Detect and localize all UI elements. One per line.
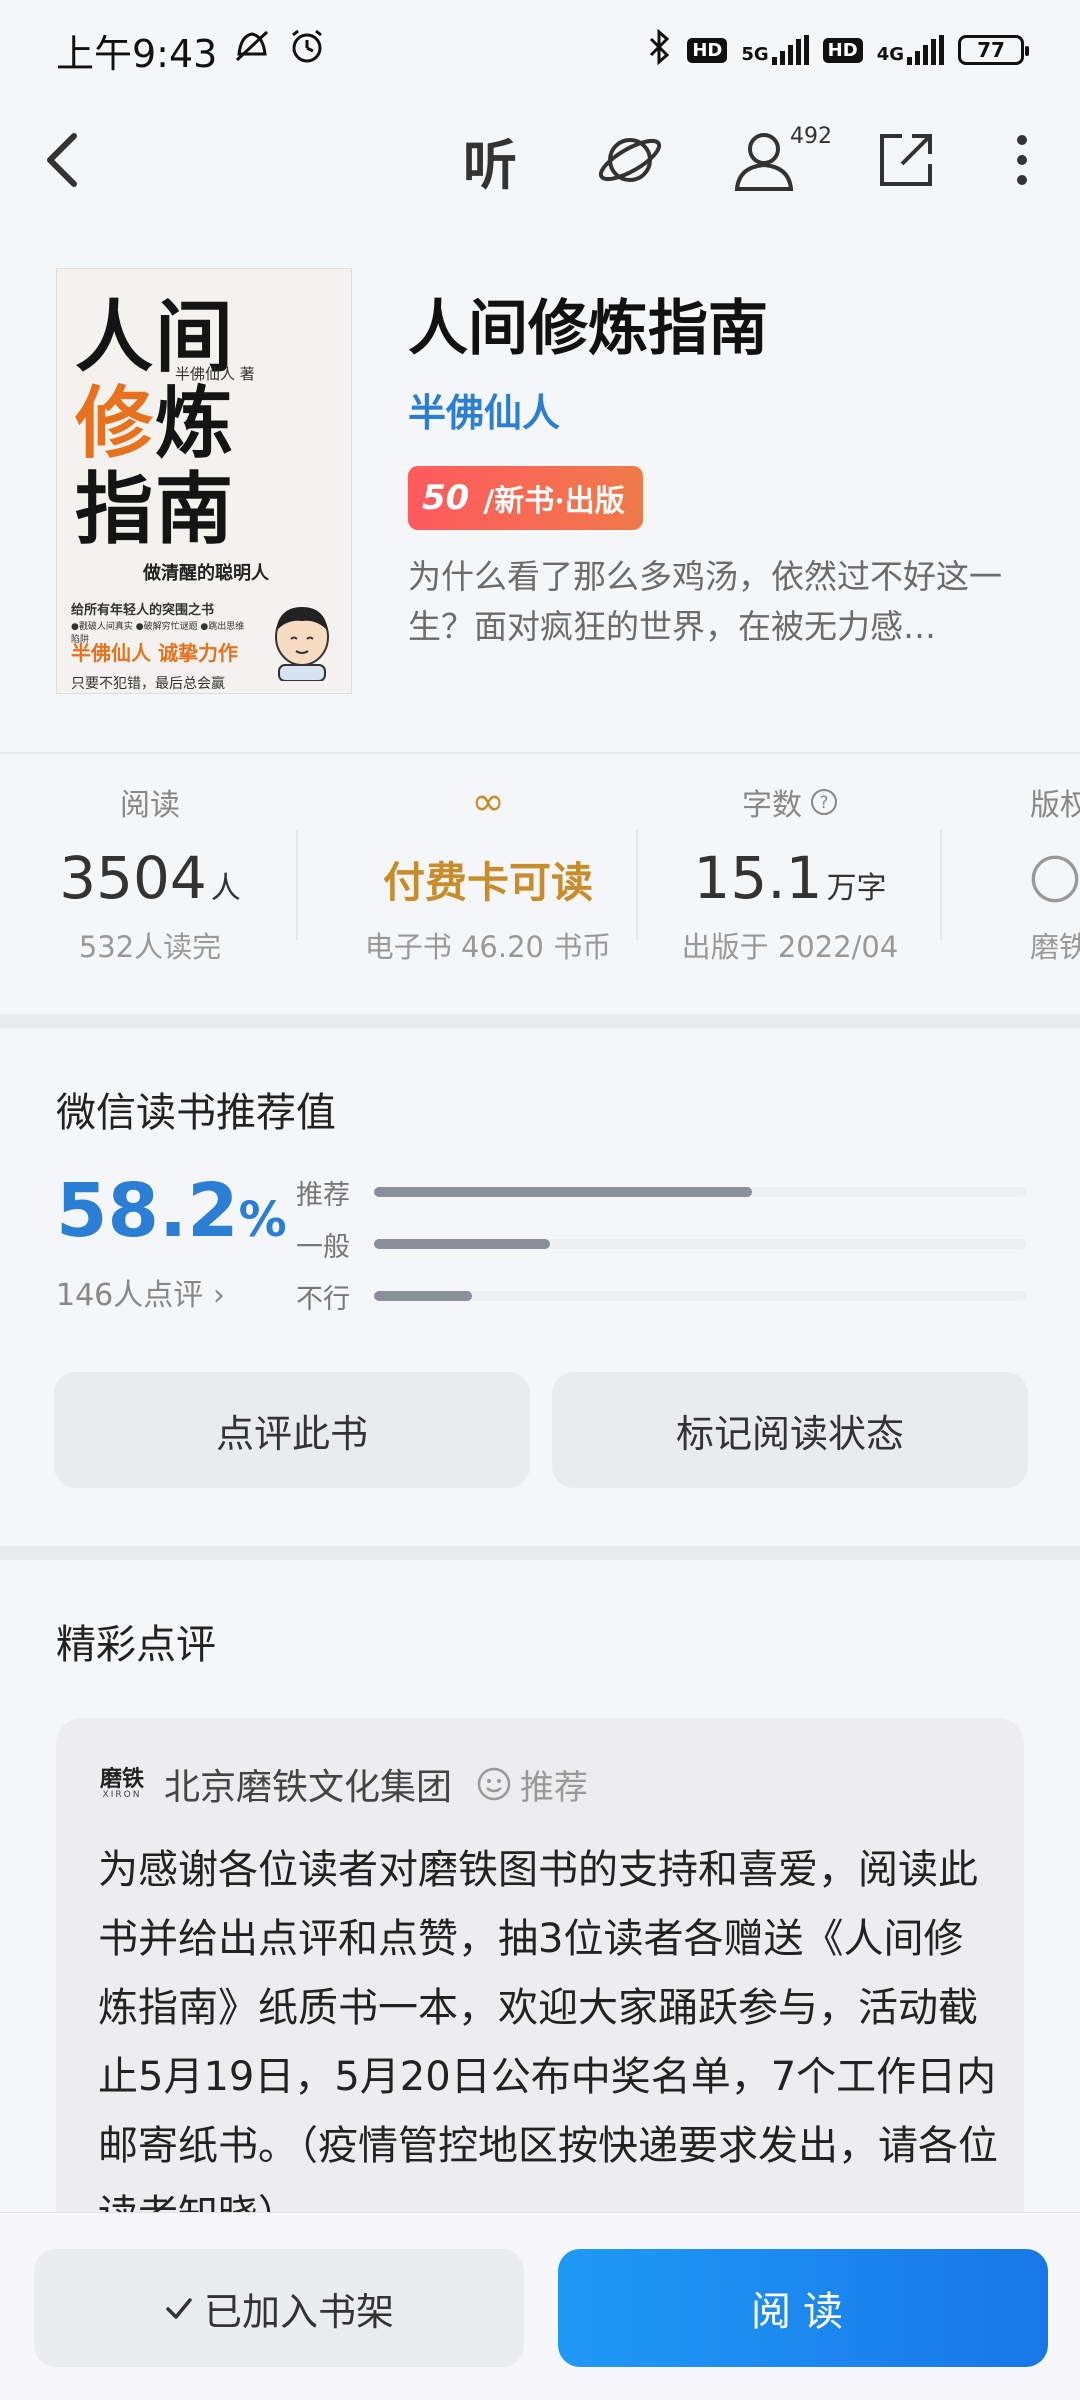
stat-reads-sub: 532人读完 — [78, 930, 222, 964]
review-book-button[interactable]: 点评此书 — [54, 1372, 530, 1488]
stat-words[interactable]: 字数 ? 15.1 万字 出版于 2022/04 — [630, 780, 950, 966]
book-title: 人间修炼指南 — [408, 294, 768, 364]
share-icon — [880, 134, 932, 186]
status-left: 上午9:43 — [56, 23, 327, 78]
recommend-value: 58.2% — [56, 1168, 287, 1254]
stat-words-sub: 出版于 2022/04 — [681, 930, 899, 964]
divider — [0, 752, 1080, 754]
bluetooth-icon — [647, 28, 673, 72]
help-icon[interactable]: ? — [810, 788, 838, 816]
cartoon-avatar-icon — [275, 607, 329, 681]
battery-icon: 77 — [958, 35, 1029, 65]
planet-button[interactable] — [592, 122, 668, 198]
listen-icon: 听 — [463, 132, 517, 197]
stat-reads-label: 阅读 — [120, 788, 180, 823]
hd-badge: HD — [822, 37, 863, 63]
infinity-icon: ∞ — [471, 779, 505, 825]
cover-title-line2: 修炼 — [75, 378, 236, 469]
stat-divider — [296, 830, 298, 940]
stat-rights-sub: 磨铁 — [1030, 930, 1080, 964]
cover-emphasis: 半佛仙人 诚挚力作 — [71, 641, 238, 665]
read-button[interactable]: 阅读 — [558, 2249, 1048, 2367]
review-tag: 推荐 — [476, 1760, 588, 1809]
cover-tagline: 给所有年轻人的突围之书 — [71, 603, 215, 618]
follow-count: 492 — [790, 124, 832, 149]
mark-status-button[interactable]: 标记阅读状态 — [552, 1372, 1028, 1488]
smile-icon — [477, 1767, 511, 1801]
more-button[interactable] — [984, 122, 1060, 198]
back-icon — [47, 133, 77, 187]
stat-divider — [940, 830, 942, 940]
section-divider — [0, 1546, 1080, 1560]
check-icon — [166, 2298, 192, 2319]
cover-title-line3: 指南 — [75, 464, 236, 555]
book-author[interactable]: 半佛仙人 — [408, 382, 560, 437]
alarm-icon — [287, 26, 327, 75]
publisher-logo[interactable]: 磨铁 XIRON — [98, 1760, 146, 1808]
svg-text:?: ? — [819, 793, 828, 813]
stat-rights-label: 版权 — [1030, 788, 1080, 823]
section-divider — [0, 1014, 1080, 1028]
signal-4g: 4G — [877, 35, 944, 65]
signal-bars-icon — [907, 35, 944, 65]
review-card[interactable]: 磨铁 XIRON 北京磨铁文化集团 推荐 为感谢各位读者对磨铁图书的支持和喜爱，… — [56, 1718, 1024, 2238]
review-header: 磨铁 XIRON 北京磨铁文化集团 推荐 — [98, 1758, 588, 1810]
added-to-shelf-button[interactable]: 已加入书架 — [34, 2249, 524, 2367]
bottom-bar: 已加入书架 阅读 — [0, 2212, 1080, 2400]
stat-access-value: 付费卡可读 — [382, 857, 593, 907]
listen-button[interactable]: 听 — [452, 122, 528, 198]
share-button[interactable] — [868, 122, 944, 198]
stat-rights[interactable]: 版权 磨铁 — [1030, 780, 1080, 966]
cover-subtitle: 做清醒的聪明人 — [143, 563, 269, 584]
stat-reads[interactable]: 阅读 3504 人 532人读完 — [0, 780, 310, 966]
badge-text: /新书·出版 — [483, 484, 625, 519]
chevron-right-icon: › — [212, 1278, 225, 1313]
stat-reads-value: 3504 人 — [59, 844, 241, 912]
hd-badge: HD — [687, 37, 728, 63]
rating-bar-fill — [374, 1239, 551, 1249]
status-bar: 上午9:43 HD 5G HD 4G 77 — [0, 0, 1080, 100]
reviews-title: 精彩点评 — [56, 1622, 216, 1668]
recommend-title: 微信读书推荐值 — [56, 1090, 336, 1136]
more-icon — [1017, 135, 1027, 185]
publisher-icon — [1031, 855, 1079, 903]
cover-motto: 只要不犯错，最后总会赢 — [71, 676, 225, 692]
rating-bar-fill — [374, 1187, 753, 1197]
recommend-count-link[interactable]: 146人点评 › — [56, 1270, 225, 1314]
planet-icon — [598, 138, 662, 182]
status-time: 上午9:43 — [56, 31, 218, 76]
mute-icon — [231, 26, 273, 75]
rating-bar-fill — [374, 1291, 472, 1301]
stat-access[interactable]: ∞ 付费卡可读 电子书 46.20 书币 — [328, 779, 648, 966]
rating-bar-bad: 不行 — [296, 1276, 1026, 1316]
person-icon — [734, 133, 794, 191]
stat-access-sub: 电子书 46.20 书币 — [364, 930, 612, 964]
back-button[interactable] — [24, 122, 100, 198]
signal-5g: 5G — [741, 35, 809, 65]
rating-bar-recommend: 推荐 — [296, 1172, 1026, 1212]
badge-number: 50 — [422, 478, 470, 518]
review-text: 为感谢各位读者对磨铁图书的支持和喜爱，阅读此书并给出点评和点赞，抽3位读者各赠送… — [98, 1847, 998, 2238]
signal-bars-icon — [771, 35, 809, 65]
book-cover[interactable]: 人间 半佛仙人 著 修炼 指南 做清醒的聪明人 给所有年轻人的突围之书 ●戳破人… — [56, 268, 352, 694]
stat-words-value: 15.1 万字 — [693, 844, 887, 912]
review-author[interactable]: 北京磨铁文化集团 — [164, 1758, 452, 1810]
stat-words-label: 字数 ? — [630, 780, 950, 824]
status-right: HD 5G HD 4G 77 — [647, 28, 1029, 72]
book-description[interactable]: 为什么看了那么多鸡汤，依然过不好这一生？面对疯狂的世界，在被无力感… — [408, 552, 1028, 652]
rating-bar-neutral: 一般 — [296, 1224, 1026, 1264]
new-book-badge[interactable]: 50 /新书·出版 — [408, 466, 643, 530]
nav-bar: 听 492 — [0, 110, 1080, 210]
